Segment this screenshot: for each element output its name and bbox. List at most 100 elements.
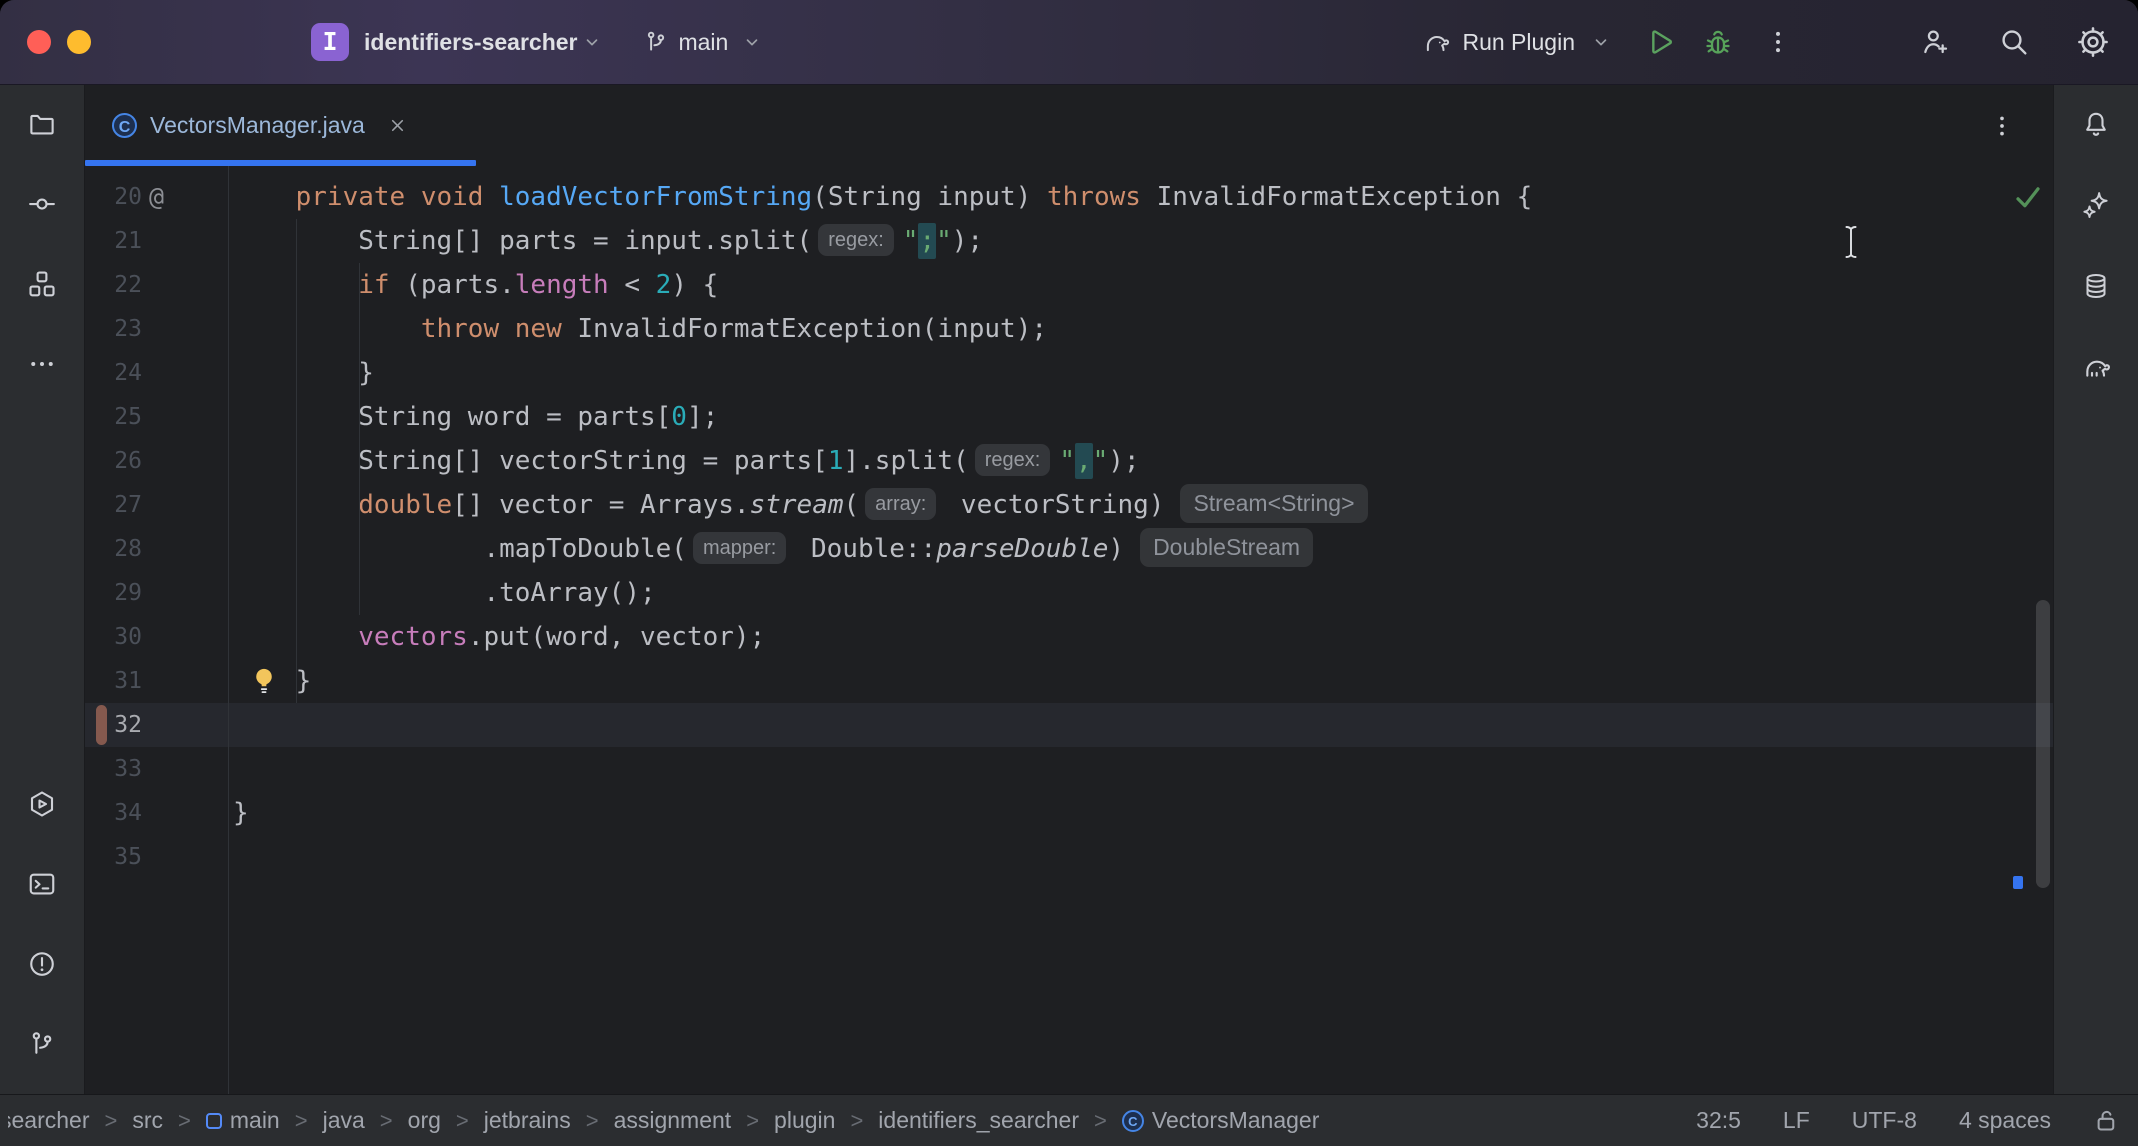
code-text[interactable]: .mapToDouble(mapper: Double::parseDouble…	[233, 527, 2053, 571]
line-number[interactable]: 35	[85, 835, 142, 879]
code-text[interactable]: String word = parts[0];	[233, 395, 2053, 439]
code-text[interactable]: .toArray();	[233, 571, 2053, 615]
code-text[interactable]	[233, 747, 2053, 791]
breadcrumb-item[interactable]: org	[408, 1107, 441, 1134]
indent-widget[interactable]: 4 spaces	[1959, 1107, 2051, 1134]
line-number[interactable]: 28	[85, 527, 142, 571]
more-actions-kebab-icon[interactable]	[1764, 28, 1792, 56]
intention-bulb-icon[interactable]	[250, 666, 278, 696]
line-number[interactable]: 30	[85, 615, 142, 659]
breadcrumb-item[interactable]: assignment	[614, 1107, 732, 1134]
code-line[interactable]: 25 String word = parts[0];	[85, 395, 2053, 439]
code-text[interactable]: String[] vectorString = parts[1].split(r…	[233, 439, 2053, 483]
code-line[interactable]: 33	[85, 747, 2053, 791]
code-line[interactable]: 35	[85, 835, 2053, 879]
tab-options-kebab-icon[interactable]	[1989, 113, 2015, 139]
code-text[interactable]: private void loadVectorFromString(String…	[233, 175, 2053, 219]
breadcrumb-item[interactable]: jetbrains	[484, 1107, 571, 1134]
breadcrumbs: searcher>src>main>java>org>jetbrains>ass…	[8, 1107, 1319, 1134]
unlocked-padlock-icon[interactable]	[2093, 1107, 2120, 1134]
search-everywhere-icon[interactable]	[1998, 26, 2030, 58]
tab-vectorsmanager[interactable]: C VectorsManager.java	[85, 85, 476, 166]
services-tool-icon[interactable]	[22, 784, 62, 824]
more-tool-windows-icon[interactable]	[22, 344, 62, 384]
version-control-tool-icon[interactable]	[22, 1024, 62, 1064]
ai-assistant-sparkles-icon[interactable]	[2076, 185, 2116, 225]
code-line[interactable]: 34}	[85, 791, 2053, 835]
line-number[interactable]: 21	[85, 219, 142, 263]
settings-gear-icon[interactable]	[2076, 25, 2110, 59]
gutter-cell: 29	[85, 571, 233, 615]
caret-position-widget[interactable]: 32:5	[1696, 1107, 1741, 1134]
line-number[interactable]: 33	[85, 747, 142, 791]
line-number[interactable]: 23	[85, 307, 142, 351]
commit-tool-icon[interactable]	[22, 184, 62, 224]
debug-button[interactable]	[1702, 26, 1734, 58]
inspections-ok-check-icon[interactable]	[2011, 182, 2045, 217]
title-bar: I identifiers-searcher main Run Plugin	[0, 0, 2138, 85]
breadcrumb-item[interactable]: plugin	[774, 1107, 835, 1134]
run-button[interactable]	[1644, 26, 1676, 58]
line-number[interactable]: 27	[85, 483, 142, 527]
gutter-cell: 22	[85, 263, 233, 307]
breadcrumb-item[interactable]: java	[323, 1107, 365, 1134]
encoding-widget[interactable]: UTF-8	[1852, 1107, 1917, 1134]
code-line[interactable]: 20@ private void loadVectorFromString(St…	[85, 175, 2053, 219]
code-line[interactable]: 28 .mapToDouble(mapper: Double::parseDou…	[85, 527, 2053, 571]
line-number[interactable]: 24	[85, 351, 142, 395]
structure-tool-icon[interactable]	[22, 264, 62, 304]
terminal-tool-icon[interactable]	[22, 864, 62, 904]
code-text[interactable]	[233, 703, 2053, 747]
breadcrumb-item[interactable]: main	[206, 1107, 280, 1134]
line-number[interactable]: 25	[85, 395, 142, 439]
scrollbar-thumb[interactable]	[2036, 600, 2050, 888]
code-text[interactable]: throw new InvalidFormatException(input);	[233, 307, 2053, 351]
line-number[interactable]: 29	[85, 571, 142, 615]
git-branch-widget[interactable]: main	[643, 29, 761, 56]
breadcrumb-item[interactable]: searcher	[8, 1107, 89, 1134]
breadcrumb-separator: >	[104, 1108, 117, 1134]
line-number[interactable]: 32	[85, 703, 142, 747]
gradle-tool-icon[interactable]	[2076, 347, 2116, 387]
code-text[interactable]: String[] parts = input.split(regex:";");	[233, 219, 2053, 263]
problems-tool-icon[interactable]	[22, 944, 62, 984]
run-configuration-selector[interactable]: Run Plugin	[1421, 27, 1610, 57]
line-ending-widget[interactable]: LF	[1783, 1107, 1810, 1134]
line-number[interactable]: 34	[85, 791, 142, 835]
code-text[interactable]: }	[233, 791, 2053, 835]
code-text[interactable]: double[] vector = Arrays.stream(array: v…	[233, 483, 2053, 527]
code-text[interactable]	[233, 835, 2053, 879]
tab-close-icon[interactable]	[388, 116, 407, 135]
code-text[interactable]: }	[233, 351, 2053, 395]
line-number[interactable]: 26	[85, 439, 142, 483]
code-text[interactable]: vectors.put(word, vector);	[233, 615, 2053, 659]
code-line[interactable]: 31 }	[85, 659, 2053, 703]
code-line[interactable]: 22 if (parts.length < 2) {	[85, 263, 2053, 307]
minimize-window-button[interactable]	[67, 30, 91, 54]
code-text[interactable]: if (parts.length < 2) {	[233, 263, 2053, 307]
code-line[interactable]: 29 .toArray();	[85, 571, 2053, 615]
breadcrumb-item[interactable]: src	[132, 1107, 163, 1134]
database-tool-icon[interactable]	[2076, 266, 2116, 306]
project-name[interactable]: identifiers-searcher	[364, 29, 577, 56]
code-line[interactable]: 30 vectors.put(word, vector);	[85, 615, 2053, 659]
line-number[interactable]: 20	[85, 175, 142, 219]
project-tool-icon[interactable]	[22, 104, 62, 144]
breadcrumb-item[interactable]: identifiers_searcher	[878, 1107, 1079, 1134]
code-editor[interactable]: 20@ private void loadVectorFromString(St…	[85, 166, 2053, 1094]
notifications-bell-icon[interactable]	[2076, 104, 2116, 144]
breadcrumb-item[interactable]: CVectorsManager	[1122, 1107, 1319, 1134]
code-with-me-add-user-icon[interactable]	[1920, 26, 1952, 58]
code-line[interactable]: 26 String[] vectorString = parts[1].spli…	[85, 439, 2053, 483]
code-line[interactable]: 32	[85, 703, 2053, 747]
project-badge[interactable]: I	[311, 23, 349, 61]
line-number[interactable]: 22	[85, 263, 142, 307]
code-line[interactable]: 27 double[] vector = Arrays.stream(array…	[85, 483, 2053, 527]
code-line[interactable]: 21 String[] parts = input.split(regex:";…	[85, 219, 2053, 263]
code-line[interactable]: 24 }	[85, 351, 2053, 395]
line-number[interactable]: 31	[85, 659, 142, 703]
gutter-annotation-icon[interactable]: @	[149, 175, 164, 219]
close-window-button[interactable]	[27, 30, 51, 54]
code-line[interactable]: 23 throw new InvalidFormatException(inpu…	[85, 307, 2053, 351]
code-text[interactable]: }	[233, 659, 2053, 703]
